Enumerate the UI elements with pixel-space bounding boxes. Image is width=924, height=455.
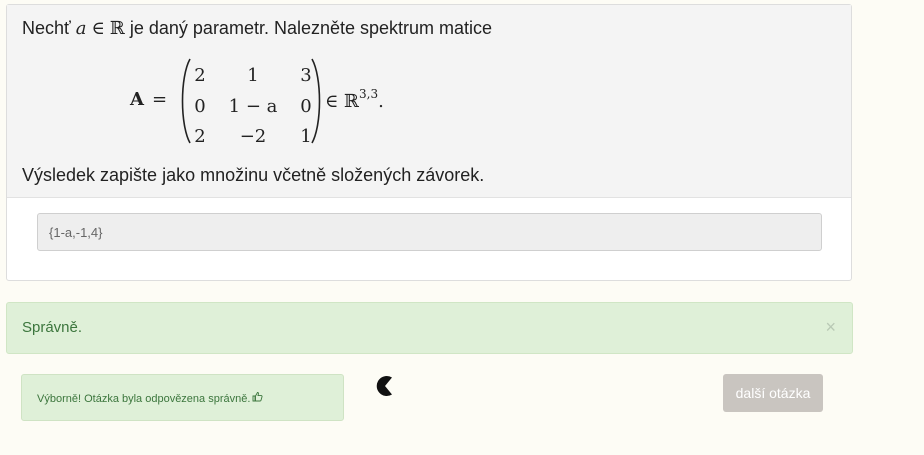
matrix-cell: 2 — [194, 126, 206, 147]
intro-variable: a — [75, 18, 87, 39]
intro-set: ℝ — [109, 18, 125, 39]
matrix-cell: 1 − a — [228, 96, 278, 117]
thumbs-up-icon — [252, 392, 263, 402]
terminator: . — [378, 91, 384, 112]
intro-in: ∈ — [91, 18, 105, 39]
dimension: 3,3 — [359, 87, 379, 101]
membership-set: ∈ ℝ — [325, 91, 360, 112]
matrix-cell: 2 — [194, 65, 206, 86]
matrix-cell: 1 — [247, 65, 259, 86]
next-question-button[interactable]: další otázka — [723, 374, 823, 412]
success-alert: Správně. × — [6, 302, 853, 354]
question-card: Nechť a ∈ ℝ je daný parametr. Nalezněte … — [6, 4, 852, 281]
matrix-cell: 3 — [300, 65, 312, 86]
feedback-text: Výborně! Otázka byla odpovězena správně. — [37, 393, 251, 405]
answer-input[interactable] — [37, 213, 822, 251]
feedback-message: Výborně! Otázka byla odpovězena správně. — [37, 391, 263, 405]
matrix-symbol: A — [130, 89, 144, 110]
matrix-formula: A = 2 1 3 0 1 − a 0 2 −2 1 ∈ ℝ3,3. — [130, 57, 430, 147]
close-icon[interactable]: × — [825, 317, 836, 338]
intro-prefix: Nechť — [22, 18, 71, 38]
intro-rest: je daný parametr. Nalezněte spektrum mat… — [129, 18, 493, 38]
right-paren-icon — [311, 58, 321, 144]
equals-sign: = — [152, 89, 168, 110]
answer-instructions: Výsledek zapište jako množinu včetně slo… — [22, 165, 485, 185]
feedback-box: Výborně! Otázka byla odpovězena správně. — [21, 374, 344, 421]
matrix-cell: −2 — [239, 126, 267, 147]
loader-icon — [376, 376, 392, 396]
question-intro: Nechť a ∈ ℝ je daný parametr. Nalezněte … — [22, 18, 492, 39]
matrix-cell: 1 — [300, 126, 312, 147]
matrix-cell: 0 — [194, 96, 206, 117]
matrix-membership: ∈ ℝ3,3. — [325, 87, 384, 112]
success-message: Správně. — [22, 319, 83, 336]
question-body: Nechť a ∈ ℝ je daný parametr. Nalezněte … — [7, 5, 851, 198]
